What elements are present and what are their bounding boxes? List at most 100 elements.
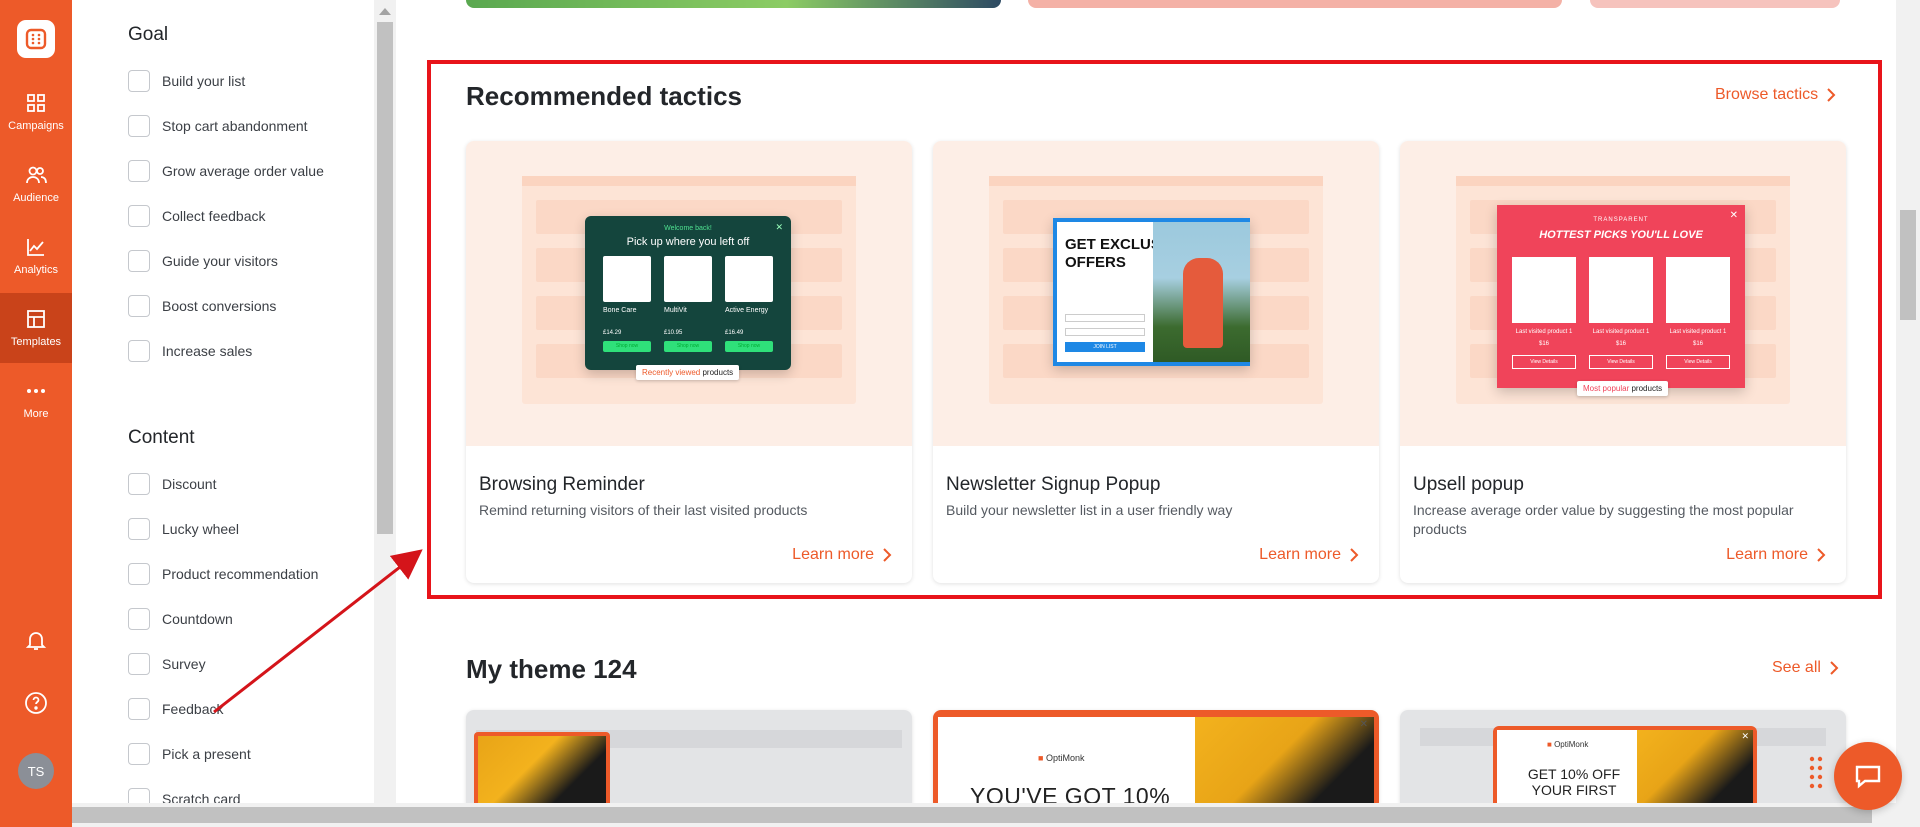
popup-body: ■ OptiMonk GET 10% OFF YOUR FIRST ✕ bbox=[1497, 730, 1753, 810]
checkbox-box[interactable] bbox=[128, 250, 150, 272]
horizontal-scrollbar[interactable] bbox=[72, 803, 1920, 827]
goal-checkbox[interactable]: Grow average order value bbox=[128, 159, 324, 183]
bell-icon[interactable] bbox=[24, 628, 48, 652]
scrollbar-thumb[interactable] bbox=[72, 807, 1872, 823]
popup-headline: GET 10% OFF YOUR FIRST bbox=[1519, 766, 1629, 798]
content-checkbox[interactable]: Scratch card bbox=[128, 787, 241, 803]
checkbox-label: Build your list bbox=[162, 73, 246, 89]
see-all-link[interactable]: See all bbox=[1772, 659, 1839, 677]
content-checkbox[interactable]: Survey bbox=[128, 652, 206, 676]
chart-line-icon bbox=[27, 239, 44, 256]
popup-headline-line: GET 10% OFF bbox=[1527, 766, 1621, 782]
goal-checkbox[interactable]: Collect feedback bbox=[128, 204, 266, 228]
content-checkbox[interactable]: Feedback bbox=[128, 697, 223, 721]
grid-icon bbox=[27, 94, 45, 112]
nav-audience[interactable]: Audience bbox=[0, 149, 72, 219]
layout-icon bbox=[27, 310, 45, 328]
checkbox-label: Product recommendation bbox=[162, 566, 319, 582]
theme-card[interactable] bbox=[466, 710, 912, 810]
checkbox-box[interactable] bbox=[128, 698, 150, 720]
content-checkbox[interactable]: Discount bbox=[128, 472, 216, 496]
scrollbar-thumb[interactable] bbox=[1900, 210, 1916, 320]
model-photo bbox=[1637, 730, 1753, 810]
content-checkbox[interactable]: Lucky wheel bbox=[128, 517, 239, 541]
checkbox-label: Countdown bbox=[162, 611, 233, 627]
app-logo-icon[interactable] bbox=[17, 20, 55, 58]
content-heading: Content bbox=[128, 427, 195, 448]
brand-logo: ■ OptiMonk bbox=[1547, 740, 1588, 749]
nav-templates[interactable]: Templates bbox=[0, 293, 72, 363]
checkbox-box[interactable] bbox=[128, 160, 150, 182]
nav-analytics[interactable]: Analytics bbox=[0, 221, 72, 291]
checkbox-box[interactable] bbox=[128, 70, 150, 92]
chat-icon bbox=[1855, 765, 1881, 789]
checkbox-box[interactable] bbox=[128, 205, 150, 227]
brand-logo-icon: ■ bbox=[1038, 753, 1044, 763]
checkbox-box[interactable] bbox=[128, 608, 150, 630]
previous-card-thumbnail[interactable] bbox=[1028, 0, 1562, 8]
checkbox-box[interactable] bbox=[128, 340, 150, 362]
goal-checkbox[interactable]: Guide your visitors bbox=[128, 249, 278, 273]
goal-heading: Goal bbox=[128, 24, 169, 45]
nav-more[interactable]: More bbox=[0, 365, 72, 435]
checkbox-box[interactable] bbox=[128, 115, 150, 137]
nav-campaigns[interactable]: Campaigns bbox=[0, 77, 72, 147]
checkbox-label: Discount bbox=[162, 476, 217, 492]
checkbox-label: Survey bbox=[162, 656, 206, 672]
section-title-theme: My theme 124 bbox=[466, 654, 637, 684]
drag-dots-icon[interactable] bbox=[1808, 755, 1824, 791]
nav-campaigns-label: Campaigns bbox=[8, 120, 64, 132]
dots-icon bbox=[27, 389, 45, 393]
popup-preview: ■ OptiMonk YOU'VE GOT 10% ✕ bbox=[938, 717, 1374, 810]
previous-card-thumbnail[interactable] bbox=[466, 0, 1001, 8]
nav-audience-label: Audience bbox=[13, 192, 59, 204]
see-all-label: See all bbox=[1772, 659, 1821, 676]
checkbox-label: Collect feedback bbox=[162, 208, 266, 224]
nav-more-label: More bbox=[23, 408, 49, 420]
model-photo bbox=[1195, 717, 1374, 810]
scroll-up-arrow-icon[interactable] bbox=[379, 8, 391, 15]
checkbox-label: Increase sales bbox=[162, 343, 253, 359]
checkbox-label: Guide your visitors bbox=[162, 253, 278, 269]
brand-name: OptiMonk bbox=[1045, 753, 1085, 763]
checkbox-box[interactable] bbox=[128, 518, 150, 540]
theme-card[interactable]: ■ OptiMonk YOU'VE GOT 10% ✕ bbox=[933, 710, 1379, 810]
checkbox-box[interactable] bbox=[128, 743, 150, 765]
goal-checkbox[interactable]: Stop cart abandonment bbox=[128, 114, 308, 138]
close-icon: ✕ bbox=[1359, 719, 1368, 730]
checkbox-label: Pick a present bbox=[162, 746, 251, 762]
checkbox-label: Grow average order value bbox=[162, 163, 324, 179]
previous-card-thumbnail[interactable] bbox=[1590, 0, 1840, 8]
content-checkbox[interactable]: Pick a present bbox=[128, 742, 251, 766]
checkbox-box[interactable] bbox=[128, 653, 150, 675]
brand-name: OptiMonk bbox=[1554, 740, 1589, 749]
content-checkbox[interactable]: Product recommendation bbox=[128, 562, 318, 586]
avatar[interactable]: TS bbox=[18, 753, 54, 789]
popup-headline-line: YOUR FIRST bbox=[1531, 782, 1617, 798]
brand-logo: ■ OptiMonk bbox=[1038, 753, 1084, 763]
checkbox-box[interactable] bbox=[128, 788, 150, 803]
theme-card[interactable]: ■ OptiMonk GET 10% OFF YOUR FIRST ✕ bbox=[1400, 710, 1846, 810]
app-rail: Campaigns Audience Analytics Templates M… bbox=[0, 0, 72, 827]
chevron-right-icon bbox=[1830, 661, 1839, 675]
checkbox-label: Lucky wheel bbox=[162, 521, 240, 537]
help-icon[interactable] bbox=[24, 691, 48, 715]
checkbox-label: Boost conversions bbox=[162, 298, 277, 314]
checkbox-box[interactable] bbox=[128, 295, 150, 317]
checkbox-label: Feedback bbox=[162, 701, 224, 717]
sidebar-scrollbar[interactable] bbox=[374, 0, 396, 803]
goal-checkbox[interactable]: Build your list bbox=[128, 69, 245, 93]
nav-analytics-label: Analytics bbox=[13, 264, 59, 276]
checkbox-label: Stop cart abandonment bbox=[162, 118, 308, 134]
content-checkbox[interactable]: Countdown bbox=[128, 607, 233, 631]
chat-button[interactable] bbox=[1834, 742, 1902, 810]
goal-checkbox[interactable]: Boost conversions bbox=[128, 294, 276, 318]
checkbox-box[interactable] bbox=[128, 473, 150, 495]
page-scrollbar[interactable] bbox=[1896, 0, 1920, 803]
checkbox-box[interactable] bbox=[128, 563, 150, 585]
users-icon bbox=[26, 166, 47, 184]
goal-checkbox[interactable]: Increase sales bbox=[128, 339, 252, 363]
close-icon: ✕ bbox=[1741, 731, 1749, 741]
model-photo bbox=[478, 736, 606, 810]
scrollbar-thumb[interactable] bbox=[377, 22, 393, 534]
